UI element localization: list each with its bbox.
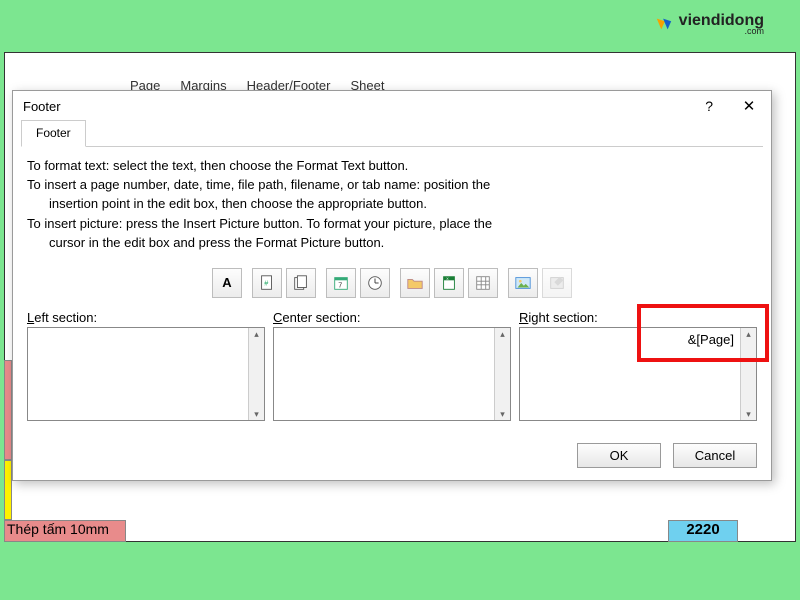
insert-date-button[interactable]: 7 — [326, 268, 356, 298]
right-section-label: Right section: — [519, 310, 757, 325]
tab-footer[interactable]: Footer — [21, 120, 86, 147]
right-section-value: &[Page] — [520, 328, 740, 420]
watermark: viendidong .com — [655, 12, 764, 36]
file-path-icon — [406, 274, 424, 292]
file-name-icon: X — [440, 274, 458, 292]
insert-picture-button[interactable] — [508, 268, 538, 298]
left-section-label: Left section: — [27, 310, 265, 325]
insert-file-path-button[interactable] — [400, 268, 430, 298]
dialog-title: Footer — [23, 99, 61, 114]
scrollbar[interactable]: ▴▾ — [248, 328, 264, 420]
svg-text:7: 7 — [338, 280, 342, 289]
bg-cell-blue: 2220 — [668, 520, 738, 542]
insert-file-name-button[interactable]: X — [434, 268, 464, 298]
dialog-tabstrip: Footer — [21, 119, 763, 147]
scrollbar[interactable]: ▴▾ — [494, 328, 510, 420]
insert-page-number-button[interactable]: # — [252, 268, 282, 298]
scrollbar[interactable]: ▴▾ — [740, 328, 756, 420]
format-picture-button — [542, 268, 572, 298]
page-number-icon: # — [258, 274, 276, 292]
center-section-edit[interactable]: ▴▾ — [273, 327, 511, 421]
sheet-name-icon — [474, 274, 492, 292]
close-button[interactable]: ✕ — [735, 97, 763, 115]
footer-dialog: Footer ? ✕ Footer To format text: select… — [12, 90, 772, 481]
bg-cell-red-strip — [4, 360, 12, 460]
pages-icon — [292, 274, 310, 292]
right-section-edit[interactable]: &[Page] ▴▾ — [519, 327, 757, 421]
svg-text:#: # — [264, 279, 268, 288]
footer-toolbar: A # 7 — [27, 268, 757, 298]
format-picture-icon — [548, 274, 566, 292]
bg-cell-red: Thép tấm 10mm — [4, 520, 126, 542]
brand-logo-icon — [655, 15, 673, 33]
insert-number-of-pages-button[interactable] — [286, 268, 316, 298]
format-text-button[interactable]: A — [212, 268, 242, 298]
bg-cell-yellow-strip — [4, 460, 12, 520]
insert-sheet-name-button[interactable] — [468, 268, 498, 298]
help-button[interactable]: ? — [705, 98, 713, 114]
ok-button[interactable]: OK — [577, 443, 661, 468]
time-icon — [366, 274, 384, 292]
center-section-label: Center section: — [273, 310, 511, 325]
instructions-text: To format text: select the text, then ch… — [27, 157, 757, 252]
insert-picture-icon — [514, 274, 532, 292]
date-icon: 7 — [332, 274, 350, 292]
left-section-edit[interactable]: ▴▾ — [27, 327, 265, 421]
cancel-button[interactable]: Cancel — [673, 443, 757, 468]
insert-time-button[interactable] — [360, 268, 390, 298]
